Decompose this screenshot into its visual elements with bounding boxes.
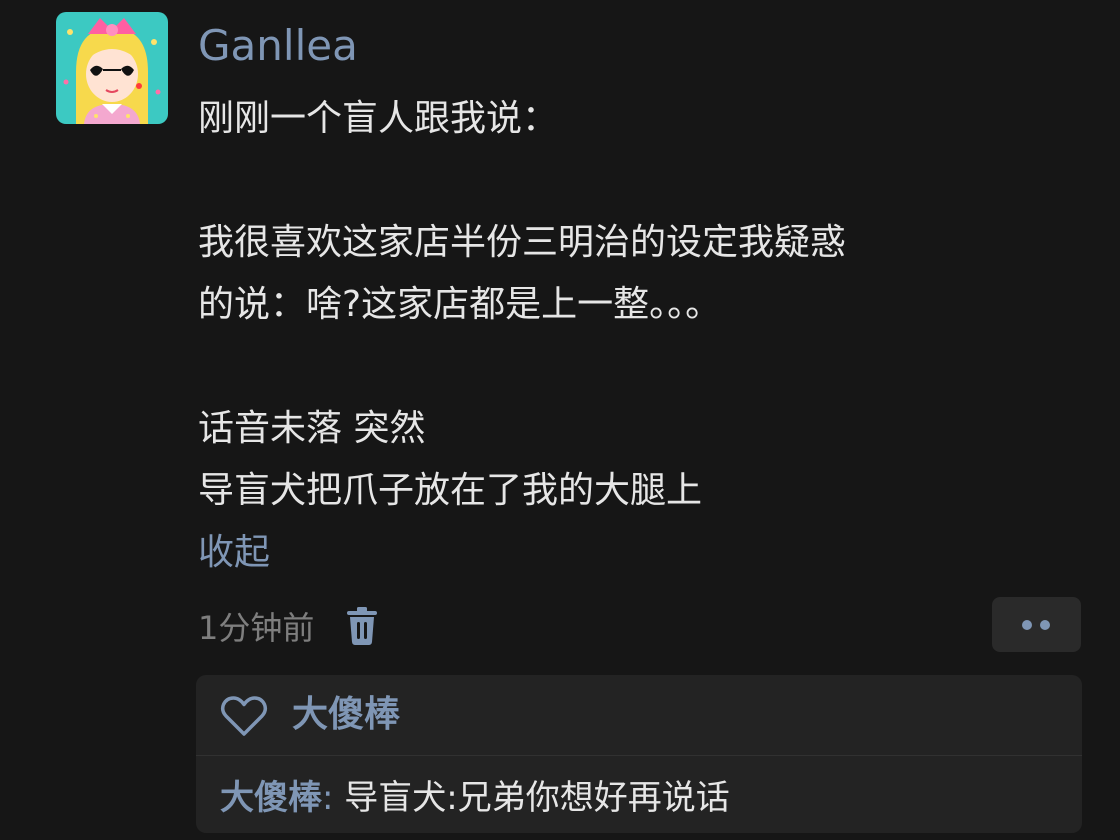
more-dots-icon [1022, 620, 1032, 630]
comment-reply: 大傻棒: 导盲犬:兄弟你想好再说话 [220, 773, 730, 823]
author-avatar[interactable] [56, 12, 168, 124]
trash-icon[interactable] [344, 606, 380, 646]
reply-text: 导盲犬:兄弟你想好再说话 [333, 778, 730, 818]
collapse-link[interactable]: 收起 [198, 522, 1098, 584]
comment-panel: 大傻棒 大傻棒: 导盲犬:兄弟你想好再说话 [196, 675, 1082, 833]
heart-icon[interactable] [220, 695, 268, 737]
post-line-blank [198, 150, 1098, 212]
reply-separator: : [322, 778, 334, 818]
anime-girl-avatar-icon [56, 12, 168, 124]
more-options-button[interactable] [992, 597, 1081, 652]
reply-author[interactable]: 大傻棒 [220, 778, 322, 818]
liked-by-user[interactable]: 大傻棒 [292, 691, 400, 739]
post-line: 导盲犬把爪子放在了我的大腿上 [198, 470, 703, 511]
post-body: 刚刚一个盲人跟我说： 我很喜欢这家店半份三明治的设定我疑惑 的说：啥?这家店都是… [198, 88, 1098, 584]
post-line: 话音未落 突然 [198, 408, 426, 449]
post-line: 我很喜欢这家店半份三明治的设定我疑惑 [198, 222, 847, 263]
post-line: 刚刚一个盲人跟我说： [198, 98, 559, 139]
likes-row: 大傻棒 [196, 675, 1082, 756]
post-meta: 1分钟前 [198, 600, 380, 652]
post-line: 的说：啥?这家店都是上一整。。。 [198, 284, 722, 325]
post-timestamp: 1分钟前 [198, 609, 315, 647]
author-name[interactable]: Ganllea [198, 18, 358, 74]
post-card: Ganllea 刚刚一个盲人跟我说： 我很喜欢这家店半份三明治的设定我疑惑 的说… [0, 0, 1120, 840]
post-line-blank [198, 336, 1098, 398]
more-dots-icon [1040, 620, 1050, 630]
